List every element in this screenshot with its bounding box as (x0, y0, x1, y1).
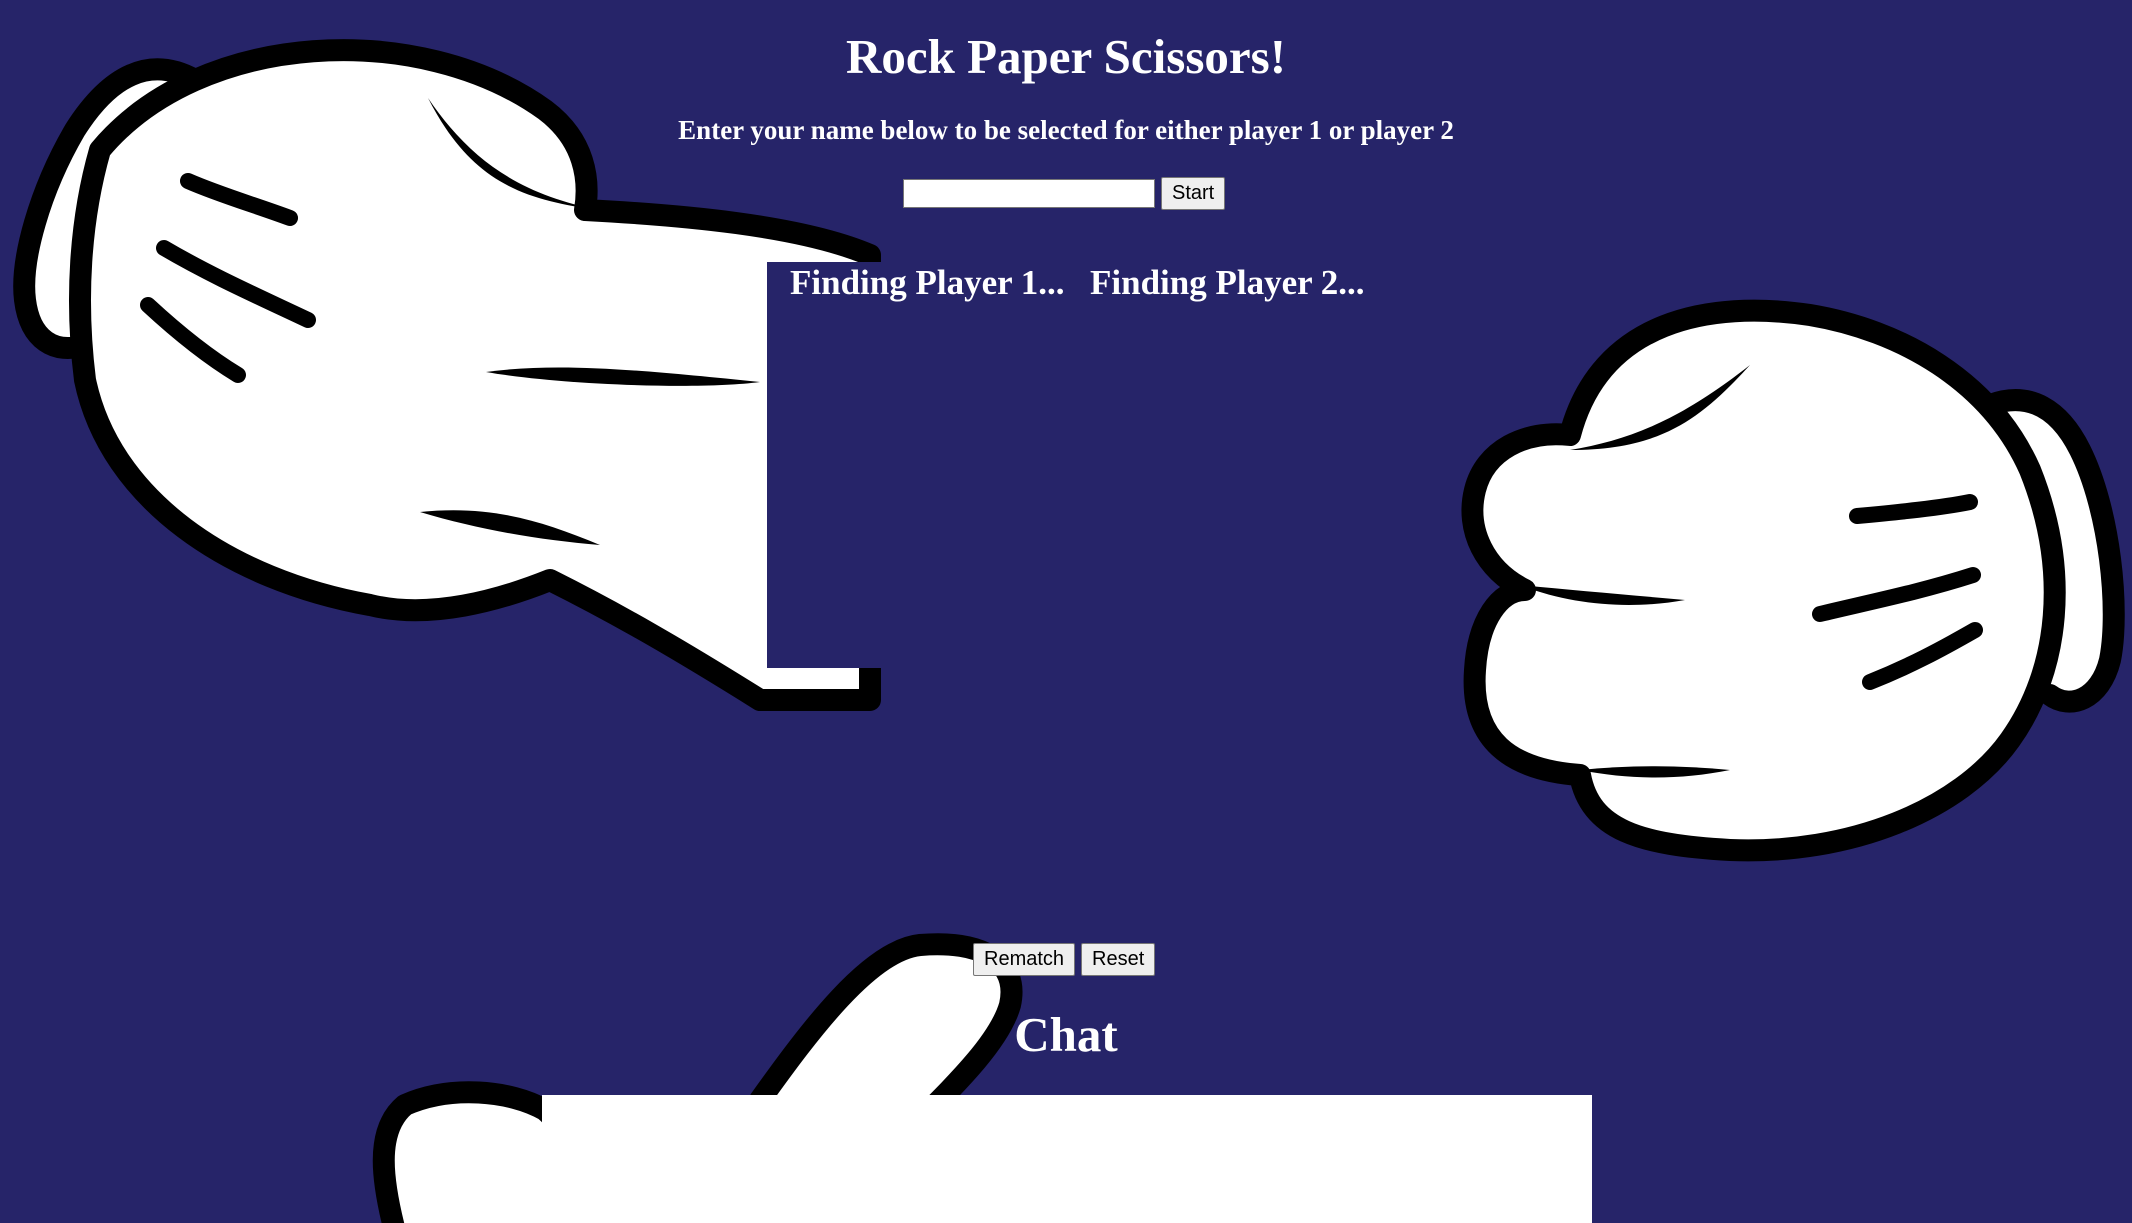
rematch-button[interactable]: Rematch (973, 943, 1076, 976)
player1-status: Finding Player 1... (790, 263, 1065, 302)
reset-button[interactable]: Reset (1081, 943, 1156, 976)
chat-box[interactable] (542, 1095, 1592, 1223)
chat-heading: Chat (1014, 1007, 1118, 1062)
player2-status: Finding Player 2... (1090, 263, 1365, 302)
page-title: Rock Paper Scissors! (845, 29, 1287, 84)
game-controls: Rematch Reset (973, 943, 1156, 976)
start-button[interactable]: Start (1161, 177, 1226, 210)
paper-hand-icon (13, 39, 881, 711)
game-page: Rock Paper Scissors! Enter your name bel… (0, 0, 2132, 1223)
rock-fist-icon (1461, 299, 2125, 862)
name-input[interactable] (903, 179, 1155, 208)
page-subtitle: Enter your name below to be selected for… (678, 115, 1454, 145)
game-panel (767, 262, 1061, 668)
name-form: Start (903, 177, 1226, 210)
